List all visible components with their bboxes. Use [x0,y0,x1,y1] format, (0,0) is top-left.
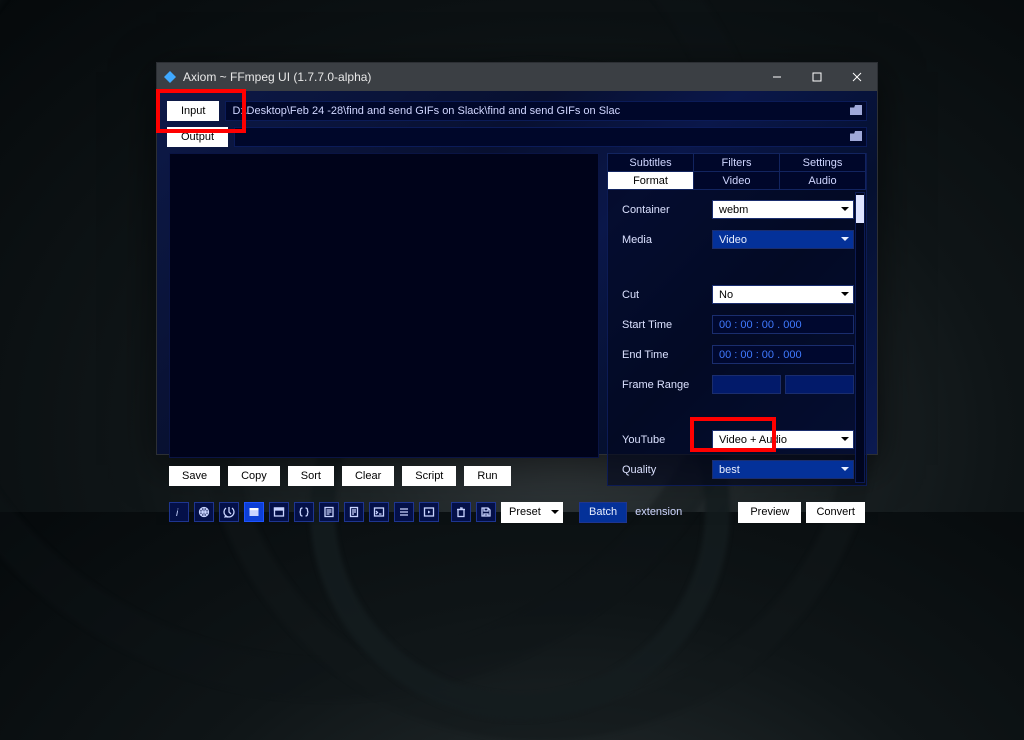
output-button[interactable]: Output [167,127,228,147]
start-time-field[interactable]: 00 : 00 : 00 . 000 [712,315,854,334]
svg-text:i: i [176,508,179,518]
tab-format[interactable]: Format [607,171,694,190]
terminal-icon[interactable] [369,502,389,522]
youtube-dropdown[interactable]: Video + Audio [712,430,854,449]
titlebar[interactable]: Axiom ~ FFmpeg UI (1.7.7.0-alpha) [157,63,877,91]
tab-settings[interactable]: Settings [779,153,866,172]
globe-icon[interactable] [194,502,214,522]
maximize-button[interactable] [797,63,837,91]
media-label: Media [622,234,706,246]
media-dropdown[interactable]: Video [712,230,854,249]
braces-icon[interactable] [294,502,314,522]
app-window: Axiom ~ FFmpeg UI (1.7.7.0-alpha) Input … [156,62,878,455]
document-icon[interactable] [344,502,364,522]
batch-button[interactable]: Batch [579,502,627,523]
chevron-down-icon [841,292,849,296]
delete-icon[interactable] [451,502,471,522]
list-icon[interactable] [394,502,414,522]
settings-scrollbar[interactable] [855,192,865,483]
chevron-down-icon [841,437,849,441]
convert-button[interactable]: Convert [806,502,865,523]
extension-label: extension [635,506,682,518]
cmd-icon[interactable] [269,502,289,522]
cut-label: Cut [622,289,706,301]
log-icon[interactable] [319,502,339,522]
chevron-down-icon [841,467,849,471]
save-button[interactable]: Save [169,466,220,486]
close-button[interactable] [837,63,877,91]
chevron-down-icon [841,237,849,241]
settings-panel: Subtitles Filters Settings Format Video … [607,153,867,486]
quality-dropdown[interactable]: best [712,460,854,479]
clear-button[interactable]: Clear [342,466,394,486]
window-layout-icon[interactable] [244,502,264,522]
minimize-button[interactable] [757,63,797,91]
container-dropdown[interactable]: webm [712,200,854,219]
preset-dropdown[interactable]: Preset [501,502,563,523]
output-path-field[interactable] [234,127,867,147]
frame-range-end[interactable] [785,375,854,394]
script-button[interactable]: Script [402,466,456,486]
folder-icon [850,131,862,141]
folder-icon [850,105,862,115]
cut-dropdown[interactable]: No [712,285,854,304]
play-icon[interactable] [419,502,439,522]
copy-button[interactable]: Copy [228,466,280,486]
sort-button[interactable]: Sort [288,466,334,486]
scrollbar-thumb[interactable] [856,195,864,223]
frame-range-label: Frame Range [622,379,706,391]
update-icon[interactable] [219,502,239,522]
chevron-down-icon [841,207,849,211]
youtube-label: YouTube [622,434,706,446]
script-preview-box[interactable] [169,153,599,458]
info-icon[interactable]: i [169,502,189,522]
preview-button[interactable]: Preview [738,502,801,523]
run-button[interactable]: Run [464,466,510,486]
tab-video[interactable]: Video [693,171,780,190]
input-path-field[interactable]: D:\Desktop\Feb 24 -28\find and send GIFs… [225,101,867,121]
tab-audio[interactable]: Audio [779,171,866,190]
container-label: Container [622,204,706,216]
input-path-text: D:\Desktop\Feb 24 -28\find and send GIFs… [232,105,620,117]
window-title: Axiom ~ FFmpeg UI (1.7.7.0-alpha) [183,70,371,84]
quality-label: Quality [622,464,706,476]
start-time-label: Start Time [622,319,706,331]
bottom-toolbar: i Preset Batch extension Preview Convert [167,498,867,526]
frame-range-start[interactable] [712,375,781,394]
tab-filters[interactable]: Filters [693,153,780,172]
tab-subtitles[interactable]: Subtitles [607,153,694,172]
end-time-label: End Time [622,349,706,361]
end-time-field[interactable]: 00 : 00 : 00 . 000 [712,345,854,364]
app-logo-icon [163,70,177,84]
save-disk-icon[interactable] [476,502,496,522]
input-button[interactable]: Input [167,101,219,121]
